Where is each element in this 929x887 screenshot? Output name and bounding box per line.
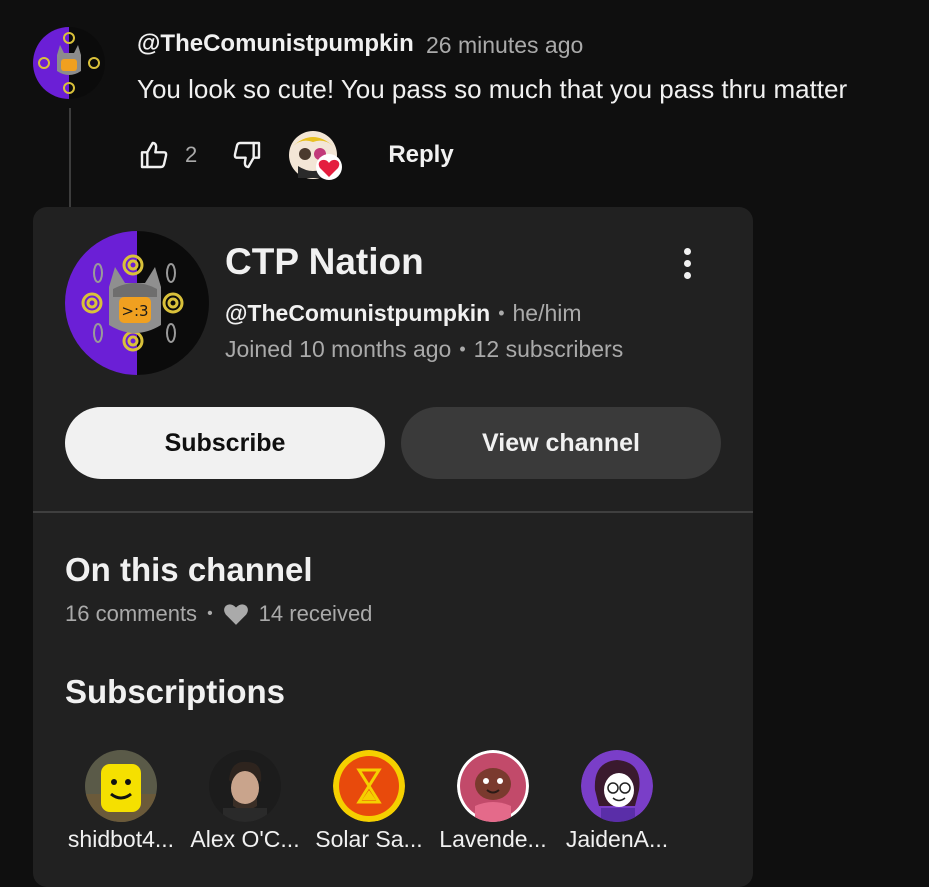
- subscription-name: Lavende...: [439, 826, 547, 852]
- heart-icon: [223, 604, 248, 625]
- subscription-name: Alex O'C...: [190, 826, 300, 852]
- separator-dot: •: [498, 303, 505, 323]
- subscription-item[interactable]: Alex O'C...: [185, 750, 305, 853]
- channel-stats-line: Joined 10 months ago • 12 subscribers: [225, 336, 623, 363]
- dislike-button[interactable]: [227, 136, 267, 174]
- separator-dot: •: [459, 339, 466, 359]
- channel-card: >:3 CTP Nation @TheComunistpumpkin • he/hi…: [33, 207, 753, 887]
- kebab-dot: [683, 247, 691, 255]
- like-icon: [140, 141, 168, 169]
- channel-joined: Joined 10 months ago: [225, 336, 452, 362]
- channel-subscribers: 12 subscribers: [473, 336, 624, 362]
- on-this-channel-stats: 16 comments • 14 received: [65, 601, 372, 627]
- subscription-avatar: [581, 750, 653, 822]
- svg-text:>:3: >:3: [121, 302, 148, 320]
- subscription-avatar: [333, 750, 405, 822]
- subscription-item[interactable]: shidbot4...: [61, 750, 181, 853]
- channel-name[interactable]: CTP Nation: [225, 241, 424, 283]
- channel-handle[interactable]: @TheComunistpumpkin: [225, 300, 490, 326]
- comments-count: 16 comments: [65, 601, 198, 626]
- like-button[interactable]: [134, 136, 174, 174]
- subscription-name: JaidenA...: [565, 826, 669, 852]
- thread-line: [69, 108, 71, 208]
- subscription-avatar: [85, 750, 157, 822]
- comment-author[interactable]: @TheComunistpumpkin: [137, 30, 414, 58]
- subscription-name: Solar Sa...: [315, 826, 423, 852]
- channel-pronouns: he/him: [512, 300, 582, 326]
- creator-heart-icon: [289, 131, 342, 180]
- kebab-dot: [683, 271, 691, 279]
- like-count: 2: [185, 142, 198, 167]
- hearts-received: 14 received: [258, 601, 373, 626]
- subscription-item[interactable]: Solar Sa...: [309, 750, 429, 853]
- subscription-item[interactable]: Lavende...: [433, 750, 553, 853]
- card-divider: [33, 511, 753, 513]
- subscribe-button[interactable]: Subscribe: [65, 407, 385, 479]
- comment-timestamp[interactable]: 26 minutes ago: [426, 32, 583, 59]
- dislike-icon: [233, 141, 261, 169]
- reply-button[interactable]: Reply: [376, 134, 466, 176]
- kebab-dot: [683, 259, 691, 267]
- subscription-avatar: [209, 750, 281, 822]
- comment-text: You look so cute! You pass so much that …: [137, 74, 848, 104]
- separator-dot: •: [207, 605, 213, 622]
- view-channel-button[interactable]: View channel: [401, 407, 721, 479]
- subscription-item[interactable]: JaidenA...: [557, 750, 677, 853]
- subscriptions-title: Subscriptions: [65, 673, 286, 710]
- channel-avatar[interactable]: >:3: [65, 231, 209, 375]
- subscription-name: shidbot4...: [67, 826, 175, 852]
- subscription-avatar: [457, 750, 529, 822]
- commenter-avatar[interactable]: [33, 27, 105, 99]
- creator-heart-badge: [288, 130, 344, 182]
- more-options-button[interactable]: [669, 241, 705, 285]
- on-this-channel-title: On this channel: [65, 551, 313, 588]
- channel-handle-line: @TheComunistpumpkin • he/him: [225, 300, 582, 327]
